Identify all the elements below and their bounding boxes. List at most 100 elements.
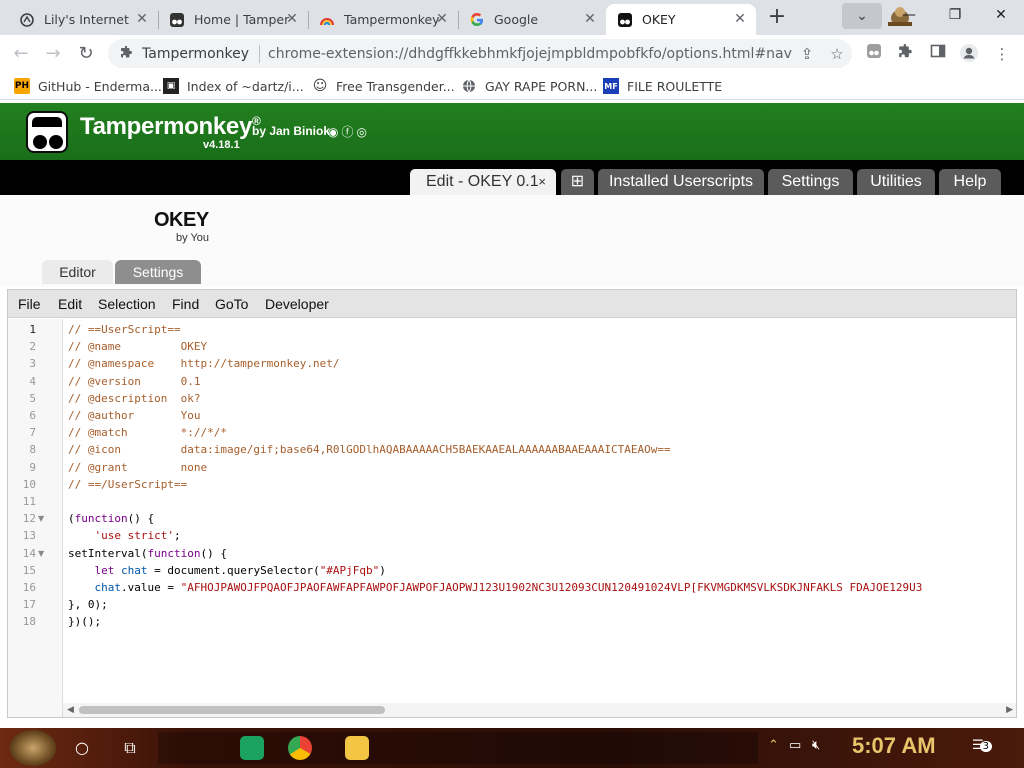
taskbar-clock[interactable]: 5:07 AM <box>852 733 936 759</box>
close-tab-icon[interactable]: ✕ <box>134 11 150 27</box>
bookmark-item[interactable]: ☺ Free Transgender... <box>312 76 455 96</box>
code-line[interactable]: setInterval(function() { <box>68 547 227 560</box>
task-view-icon[interactable]: ⧉ <box>116 734 144 762</box>
minimize-button[interactable]: — <box>886 0 932 30</box>
menu-developer[interactable]: Developer <box>265 296 329 312</box>
horizontal-scrollbar[interactable]: ◀ ▶ <box>63 703 1016 717</box>
code-line[interactable]: // @namespace http://tampermonkey.net/ <box>68 357 340 370</box>
scroll-right-icon[interactable]: ▶ <box>1006 703 1013 717</box>
more-menu-icon[interactable]: ⋮ <box>991 43 1013 65</box>
url-text[interactable]: chrome-extension://dhdgffkkebhmkfjojejmp… <box>268 46 792 62</box>
browser-tab[interactable]: Tampermonkey ✕ <box>308 4 458 35</box>
browser-tab-active[interactable]: OKEY ✕ <box>606 4 756 35</box>
code-line[interactable]: let chat = document.querySelector("#APjF… <box>68 564 386 577</box>
tampermonkey-extension-icon[interactable] <box>863 43 885 65</box>
extension-chip[interactable]: Tampermonkey <box>108 39 259 68</box>
facebook-icon[interactable]: ⓕ <box>341 125 356 139</box>
menu-edit[interactable]: Edit <box>58 296 82 312</box>
tab-utilities[interactable]: Utilities <box>857 169 935 195</box>
line-number: 16 <box>22 581 36 594</box>
fold-arrow-icon[interactable]: ▼ <box>38 514 44 523</box>
bookmark-label: GitHub - Enderma... <box>38 78 162 94</box>
instagram-icon[interactable]: ◎ <box>357 125 370 139</box>
new-tab-button[interactable]: + <box>764 6 790 30</box>
code-line[interactable]: // @icon data:image/gif;base64,R0lGODlhA… <box>68 443 671 456</box>
code-line[interactable]: }, 0); <box>68 598 108 611</box>
add-script-icon: ⊞ <box>570 173 585 190</box>
tab-new-script[interactable]: ⊞ <box>561 169 594 195</box>
code-line[interactable]: // @version 0.1 <box>68 375 200 388</box>
line-number: 3 <box>29 357 36 371</box>
code-line[interactable]: (function() { <box>68 512 154 525</box>
share-icon[interactable]: ⇪ <box>792 45 822 63</box>
github-icon[interactable]: ◉ <box>328 125 341 139</box>
bookmark-item[interactable]: GAY RAPE PORN... <box>461 76 597 96</box>
menu-file[interactable]: File <box>18 296 41 312</box>
menu-selection[interactable]: Selection <box>98 296 156 312</box>
taskbar: ○ ⧉ ⌃ ▭ 🔇︎ 5:07 AM ☰3 <box>0 728 1024 768</box>
code-content[interactable]: // ==UserScript== // @name OKEY // @namesp… <box>68 319 1014 704</box>
app-sheets-icon[interactable] <box>240 736 264 760</box>
script-name: OKEY <box>154 209 209 231</box>
tab-installed-userscripts[interactable]: Installed Userscripts <box>598 169 764 195</box>
reload-button[interactable]: ↻ <box>73 41 99 67</box>
tab-search-button[interactable]: ⌄ <box>842 3 882 29</box>
tab-edit-script[interactable]: Edit - OKEY 0.1 × <box>410 169 556 195</box>
browser-tab[interactable]: Home | Tamper ✕ <box>158 4 308 35</box>
terminal-icon: ▣ <box>163 78 179 94</box>
close-tab-icon[interactable]: ✕ <box>284 11 300 27</box>
back-button[interactable]: ← <box>8 41 34 67</box>
menu-goto[interactable]: GoTo <box>215 296 248 312</box>
forward-button[interactable]: → <box>40 41 66 67</box>
start-button[interactable] <box>10 730 56 766</box>
browser-tab[interactable]: Google ✕ <box>458 4 606 35</box>
code-editor[interactable]: File Edit Selection Find GoTo Developer … <box>7 289 1017 718</box>
subtab-editor[interactable]: Editor <box>42 260 113 284</box>
code-line[interactable]: // @description ok? <box>68 392 200 405</box>
code-line[interactable]: // @author You <box>68 409 200 422</box>
line-number: 8 <box>29 443 36 457</box>
menu-find[interactable]: Find <box>172 296 199 312</box>
code-line[interactable]: // ==UserScript== <box>68 323 181 336</box>
line-number: 4 <box>29 374 36 388</box>
fold-arrow-icon[interactable]: ▼ <box>38 549 44 558</box>
app-chrome-icon[interactable] <box>288 736 312 760</box>
maximize-button[interactable]: ❐ <box>932 0 978 30</box>
scrollbar-thumb[interactable] <box>79 706 385 714</box>
bookmark-star-icon[interactable]: ☆ <box>822 45 852 63</box>
bookmark-label: GAY RAPE PORN... <box>485 78 598 94</box>
close-script-tab-icon[interactable]: × <box>538 169 546 195</box>
close-tab-icon[interactable]: ✕ <box>434 11 450 27</box>
code-line[interactable]: })(); <box>68 615 101 628</box>
close-tab-icon[interactable]: ✕ <box>582 11 598 27</box>
line-number-gutter: 1 2 3 4 5 6 7 8 9 10 11 12 ▼ 13 14 ▼ 15 16 17 18 <box>8 319 63 717</box>
code-line[interactable]: // @name OKEY <box>68 340 207 353</box>
chevron-down-icon: ⌄ <box>856 8 868 24</box>
code-line[interactable]: chat.value = "AFHOJPAWOJFPQAOFJPAOFAWFAP… <box>68 581 923 594</box>
tab-settings[interactable]: Settings <box>768 169 853 195</box>
address-bar[interactable]: Tampermonkey chrome-extension://dhdgffkk… <box>108 39 852 68</box>
code-line[interactable]: // @grant none <box>68 461 207 474</box>
bookmark-item[interactable]: MF FILE ROULETTE <box>603 76 722 96</box>
bookmark-item[interactable]: ▣ Index of ~dartz/i... <box>163 76 304 96</box>
extensions-puzzle-icon[interactable] <box>895 43 917 65</box>
profile-avatar-icon[interactable] <box>958 43 980 65</box>
app-file-explorer-icon[interactable] <box>345 736 369 760</box>
notification-icon[interactable]: ☰3 <box>972 738 993 753</box>
code-line[interactable]: // @match *://*/* <box>68 426 227 439</box>
bookmark-item[interactable]: PH GitHub - Enderma... <box>14 76 162 96</box>
browser-tab[interactable]: Lily's Internet ✕ <box>8 4 158 35</box>
code-line[interactable]: 'use strict'; <box>68 529 181 542</box>
volume-muted-icon[interactable]: 🔇︎ <box>812 738 820 753</box>
line-number: 10 <box>22 477 36 491</box>
network-icon[interactable]: ▭ <box>789 738 801 753</box>
code-line[interactable]: // ==/UserScript== <box>68 478 187 491</box>
close-tab-icon[interactable]: ✕ <box>732 11 748 27</box>
side-panel-icon[interactable] <box>927 43 949 65</box>
close-window-button[interactable]: ✕ <box>978 0 1024 30</box>
cortana-icon[interactable]: ○ <box>68 734 96 762</box>
scroll-left-icon[interactable]: ◀ <box>67 703 74 717</box>
subtab-settings[interactable]: Settings <box>115 260 201 284</box>
tab-help[interactable]: Help <box>939 169 1001 195</box>
tray-chevron-icon[interactable]: ⌃ <box>768 738 779 753</box>
